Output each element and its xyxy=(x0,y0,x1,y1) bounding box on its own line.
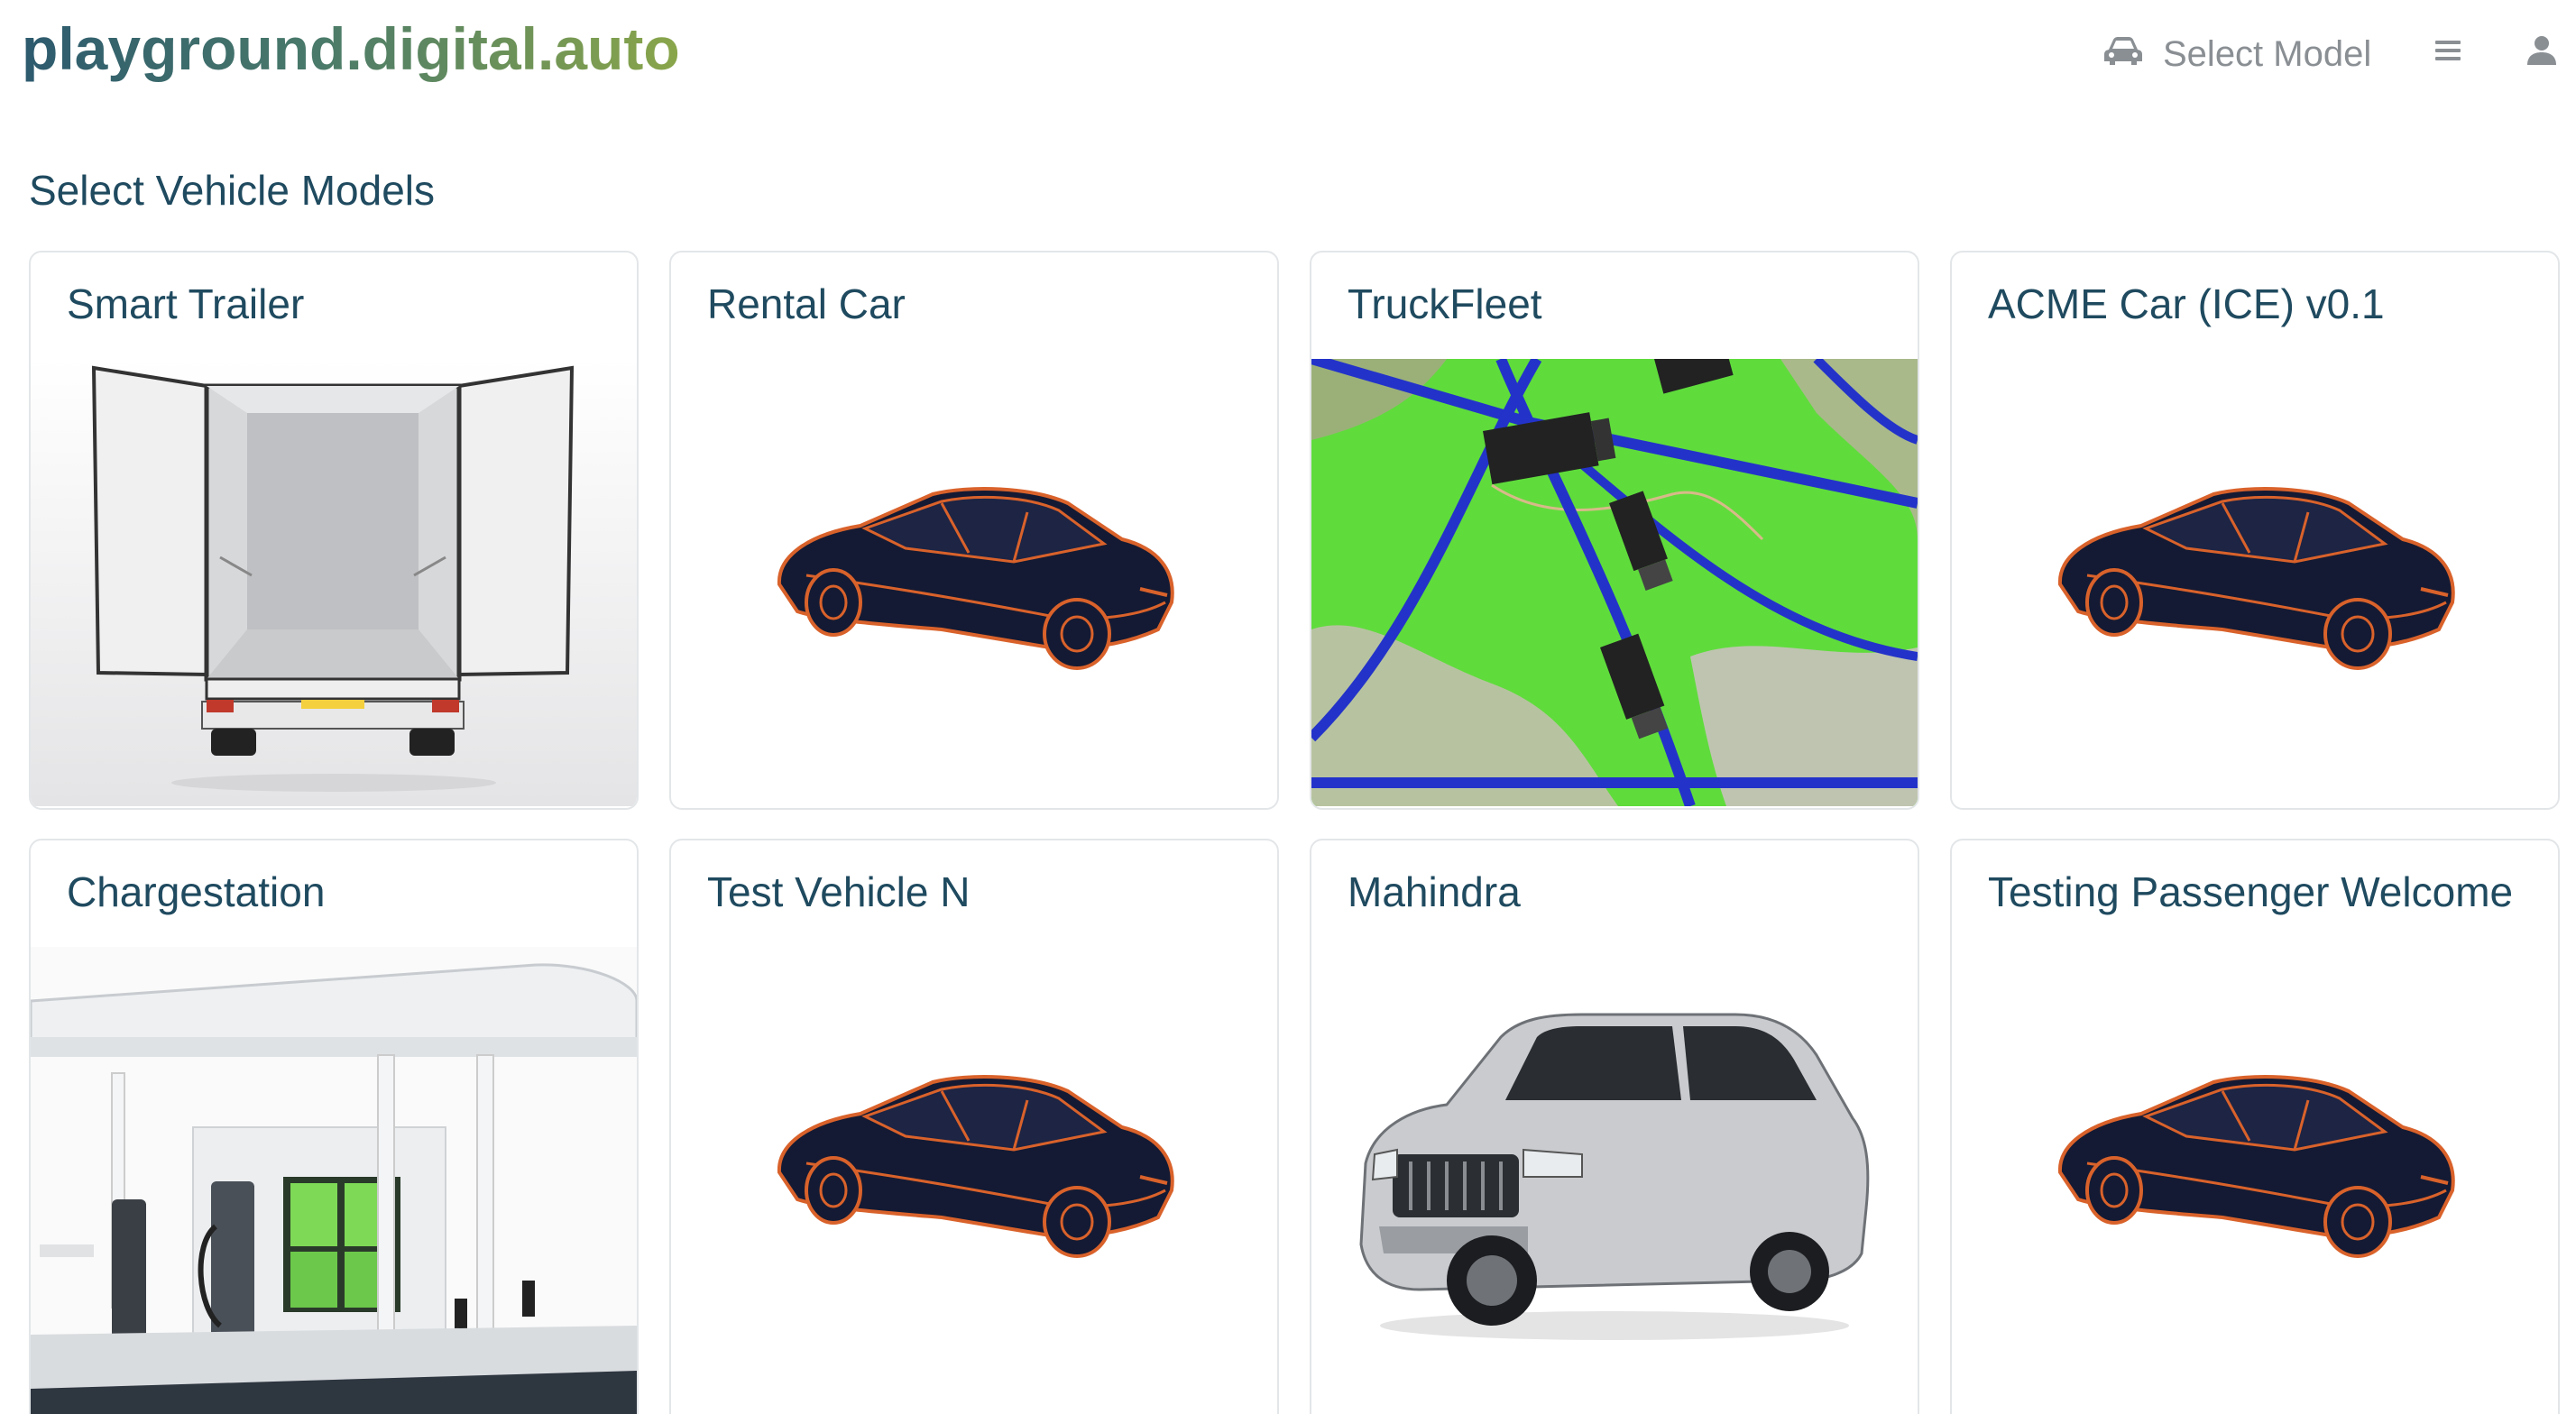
truck-fleet-map-image xyxy=(1311,359,1918,806)
model-card-title: Test Vehicle N xyxy=(707,868,971,915)
model-card-title: TruckFleet xyxy=(1348,280,1542,327)
sedan-wireframe-image xyxy=(671,947,1277,1394)
model-card-title: ACME Car (ICE) v0.1 xyxy=(1988,280,2385,327)
model-card-testing-passenger-welcome[interactable]: Testing Passenger Welcome xyxy=(1950,839,2560,1414)
model-card-title: Testing Passenger Welcome xyxy=(1988,868,2514,915)
top-navigation-bar: playground.digital.auto Select Model xyxy=(0,0,2576,108)
sedan-wireframe-image xyxy=(1952,947,2558,1394)
model-card-smart-trailer[interactable]: Smart Trailer xyxy=(29,251,639,810)
model-card-title: Mahindra xyxy=(1348,868,1521,915)
model-card-title: Chargestation xyxy=(67,868,326,915)
model-card-truckfleet[interactable]: TruckFleet xyxy=(1310,251,1919,810)
user-icon[interactable] xyxy=(2525,34,2562,74)
model-card-title: Rental Car xyxy=(707,280,906,327)
hamburger-menu-icon[interactable] xyxy=(2433,36,2470,72)
car-icon xyxy=(2103,34,2143,75)
model-card-acme-car-ice[interactable]: ACME Car (ICE) v0.1 xyxy=(1950,251,2560,810)
select-model-button[interactable]: Select Model xyxy=(2103,27,2371,81)
sedan-wireframe-image xyxy=(671,359,1277,806)
model-card-test-vehicle-n[interactable]: Test Vehicle N xyxy=(669,839,1279,1414)
vehicle-model-grid: Smart Trailer Rental Car TruckFleet ACME… xyxy=(29,251,2560,1414)
model-card-mahindra[interactable]: Mahindra xyxy=(1310,839,1919,1414)
trailer-image xyxy=(31,359,637,806)
model-card-chargestation[interactable]: Chargestation xyxy=(29,839,639,1414)
model-card-rental-car[interactable]: Rental Car xyxy=(669,251,1279,810)
select-model-label: Select Model xyxy=(2163,33,2372,74)
model-card-title: Smart Trailer xyxy=(67,280,305,327)
suv-image xyxy=(1311,947,1918,1394)
page-title: Select Vehicle Models xyxy=(29,167,436,214)
site-logo[interactable]: playground.digital.auto xyxy=(22,14,680,83)
sedan-wireframe-image xyxy=(1952,359,2558,806)
charging-station-image xyxy=(31,947,637,1414)
